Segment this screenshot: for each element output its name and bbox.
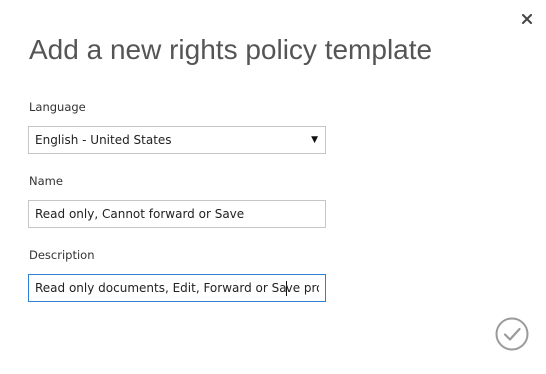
description-label: Description bbox=[29, 248, 95, 262]
dropdown-arrow-icon: ▼ bbox=[311, 135, 318, 145]
name-label: Name bbox=[29, 174, 63, 188]
name-input[interactable]: Read only, Cannot forward or Save bbox=[28, 200, 326, 228]
description-input-value: Read only documents, Edit, Forward or Sa… bbox=[35, 280, 319, 296]
close-icon bbox=[522, 14, 532, 24]
confirm-button[interactable] bbox=[495, 317, 529, 351]
close-button[interactable] bbox=[519, 11, 535, 27]
description-input[interactable]: Read only documents, Edit, Forward or Sa… bbox=[28, 274, 326, 302]
name-input-value: Read only, Cannot forward or Save bbox=[35, 207, 245, 221]
description-text-before-caret: Read only documents, Edit, Forward or Sa bbox=[35, 280, 287, 295]
language-select[interactable]: English - United States ▼ bbox=[28, 126, 326, 154]
description-text-after-caret: ve prohil bbox=[285, 280, 319, 295]
language-label: Language bbox=[29, 100, 86, 114]
checkmark-circle-icon bbox=[495, 317, 529, 351]
language-selected-value: English - United States bbox=[35, 133, 172, 147]
dialog-title: Add a new rights policy template bbox=[29, 34, 433, 65]
